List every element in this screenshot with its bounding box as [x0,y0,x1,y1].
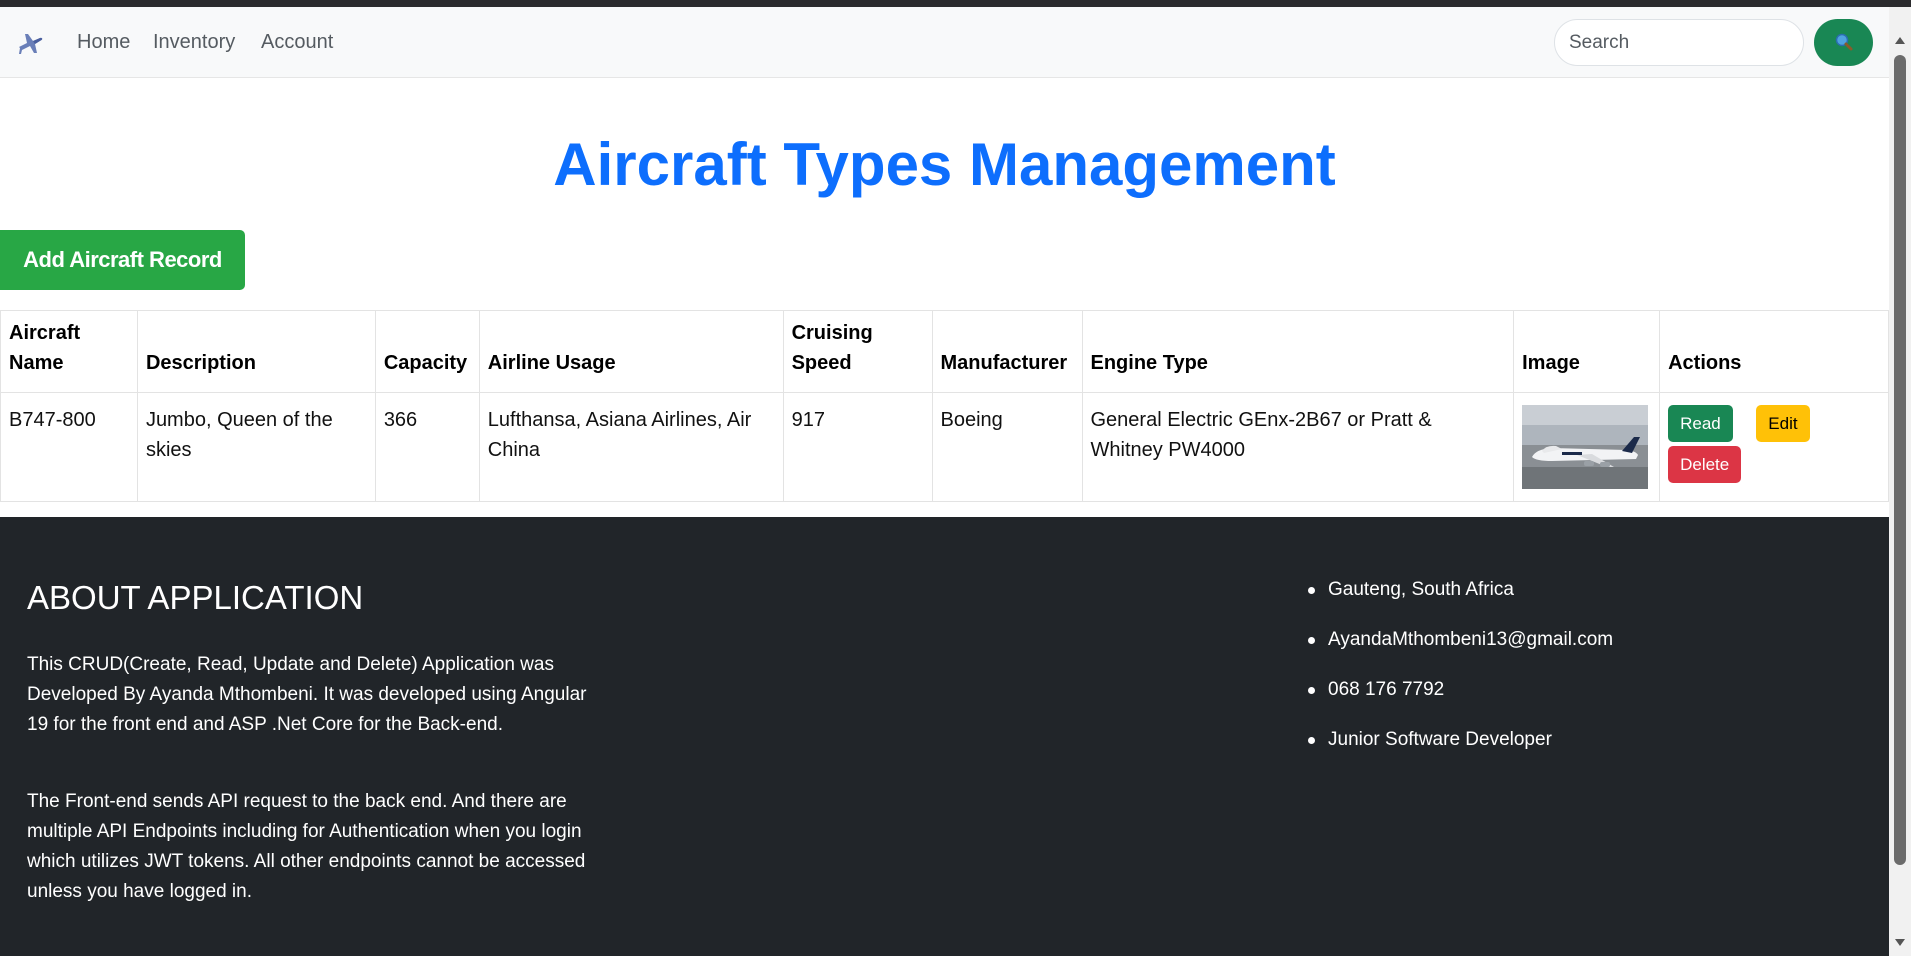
cell-description: Jumbo, Queen of the skies [136,392,376,502]
cell-actions: Read Edit Delete [1659,392,1889,502]
footer-paragraph-1: This CRUD(Create, Read, Update and Delet… [27,654,587,735]
table-row: B747-800 Jumbo, Queen of the skies 366 L… [0,392,1889,502]
cell-image [1513,392,1661,502]
aircraft-table: Aircraft Name Description Capacity Airli… [0,310,1889,502]
table-header-row: Aircraft Name Description Capacity Airli… [0,310,1889,393]
header-capacity: Capacity [374,310,480,393]
window-top-strip [0,0,1911,7]
aircraft-image[interactable] [1522,405,1649,489]
contact-list: Gauteng, South Africa AyandaMthombeni13@… [1308,575,1613,775]
scrollbar-thumb[interactable] [1894,55,1906,865]
header-airline-usage: Airline Usage [478,310,784,393]
footer-paragraph-2: The Front-end sends API request to the b… [27,791,586,902]
airplane-icon[interactable] [16,29,44,57]
header-actions: Actions [1659,310,1889,393]
page-scrollbar[interactable] [1889,7,1911,956]
edit-button[interactable]: Edit [1756,405,1810,442]
browser-window: Home Inventory Account Aircraft Types Ma… [0,0,1911,956]
cell-engine-type: General Electric GEnx-2B67 or Pratt & Wh… [1081,392,1515,502]
header-engine-type: Engine Type [1081,310,1515,393]
header-description: Description [136,310,376,393]
scroll-up-icon[interactable] [1895,37,1905,44]
header-manufacturer: Manufacturer [931,310,1083,393]
nav-home[interactable]: Home [77,31,130,54]
scroll-down-icon[interactable] [1895,939,1905,946]
contact-email: AyandaMthombeni13@gmail.com [1308,625,1613,675]
navbar: Home Inventory Account [0,7,1889,78]
cell-cruising-speed: 917 [782,392,933,502]
search-input[interactable] [1554,19,1804,66]
search-button[interactable] [1814,19,1873,66]
magnifier-icon [1835,33,1853,51]
cell-airline-usage: Lufthansa, Asiana Airlines, Air China [478,392,784,502]
add-aircraft-button[interactable]: Add Aircraft Record [0,230,245,290]
cell-aircraft-name: B747-800 [0,392,138,502]
contact-role: Junior Software Developer [1308,725,1613,775]
footer: ABOUT APPLICATION This CRUD(Create, Read… [0,517,1889,956]
footer-heading: ABOUT APPLICATION [27,579,364,616]
nav-account[interactable]: Account [261,31,333,54]
contact-location: Gauteng, South Africa [1308,575,1613,625]
nav-inventory[interactable]: Inventory [153,31,235,54]
read-button[interactable]: Read [1668,405,1733,442]
header-image: Image [1513,310,1661,393]
cell-manufacturer: Boeing [931,392,1083,502]
delete-button[interactable]: Delete [1668,446,1742,483]
page-title: Aircraft Types Management [553,131,1336,198]
header-aircraft-name: Aircraft Name [0,310,138,393]
contact-phone: 068 176 7792 [1308,675,1613,725]
cell-capacity: 366 [374,392,480,502]
header-cruising-speed: Cruising Speed [782,310,933,393]
